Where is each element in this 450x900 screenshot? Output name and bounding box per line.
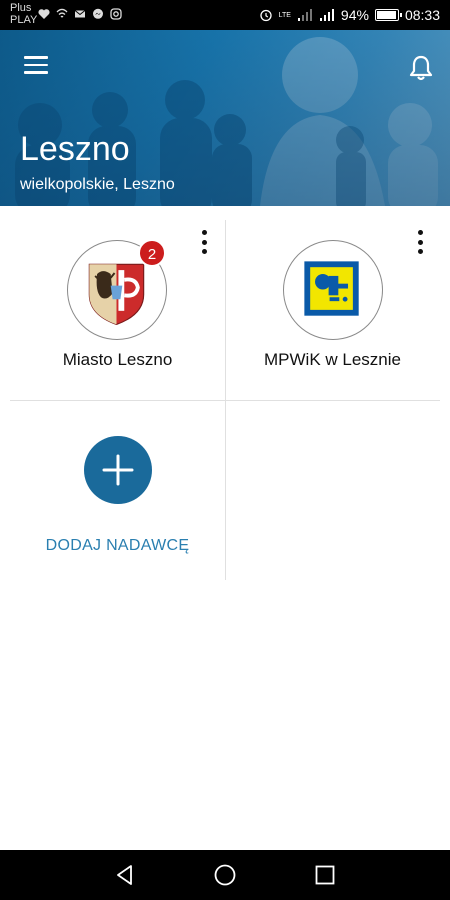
sender-options-button[interactable] <box>199 230 209 254</box>
kebab-dot <box>201 230 207 235</box>
menu-icon-bar <box>24 71 48 74</box>
mpwik-logo-icon <box>304 261 359 316</box>
carrier-name: Plus PLAY <box>10 2 37 26</box>
plus-icon <box>102 454 134 486</box>
instagram-icon <box>110 8 122 20</box>
wifi-icon <box>56 8 68 18</box>
kebab-dot <box>417 249 423 254</box>
recent-apps-icon[interactable] <box>313 863 337 887</box>
city-header: Leszno wielkopolskie, Leszno <box>0 30 450 206</box>
sender-logo-circle[interactable] <box>283 240 383 340</box>
system-status: LTE 94% 08:33 <box>259 7 440 23</box>
city-subtitle: wielkopolskie, Leszno <box>20 176 175 193</box>
battery-percent: 94% <box>340 7 369 23</box>
kebab-dot <box>201 249 207 254</box>
carrier-line2: PLAY <box>10 14 38 26</box>
notifications-bell-icon[interactable] <box>408 54 434 82</box>
home-icon[interactable] <box>213 863 237 887</box>
back-icon[interactable] <box>113 863 137 887</box>
grid-divider-horizontal <box>10 400 440 401</box>
clock: 08:33 <box>404 7 440 23</box>
notification-icons <box>38 8 122 20</box>
menu-icon-bar <box>24 56 48 59</box>
sender-name: MPWiK w Lesznie <box>264 350 401 369</box>
messenger-icon <box>93 8 103 19</box>
add-sender-button[interactable] <box>84 436 152 504</box>
network-type: LTE <box>278 11 291 19</box>
mail-icon <box>74 10 86 18</box>
add-sender-link[interactable]: DODAJ NADAWCĘ <box>10 537 225 555</box>
city-title: Leszno <box>20 130 130 168</box>
battery-level <box>376 11 396 19</box>
kebab-dot <box>417 239 423 245</box>
carrier-line1: Plus <box>10 2 32 14</box>
unread-count-badge: 2 <box>138 239 166 267</box>
kebab-dot <box>201 239 207 245</box>
status-bar: Plus PLAY LTE 94% 08:33 <box>0 0 450 30</box>
kebab-dot <box>417 230 423 235</box>
signal-icon-2 <box>319 9 334 21</box>
heart-icon <box>38 9 50 19</box>
system-navigation-bar <box>0 850 450 900</box>
sender-name: Miasto Leszno <box>62 350 173 369</box>
signal-icon <box>297 9 312 21</box>
menu-icon-bar <box>24 63 48 66</box>
sender-options-button[interactable] <box>415 230 425 254</box>
menu-button[interactable] <box>24 56 48 76</box>
alarm-icon <box>259 9 272 22</box>
battery-icon <box>374 9 402 21</box>
